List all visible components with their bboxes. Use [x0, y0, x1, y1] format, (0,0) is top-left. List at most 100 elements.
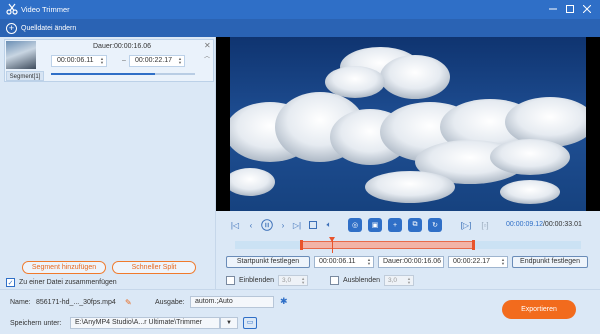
title-bar: Video Trimmer	[0, 0, 600, 19]
maximize-button[interactable]	[563, 2, 577, 16]
loop-segment-icon[interactable]: ◎	[348, 218, 362, 232]
segment-label: Segment[1]	[6, 71, 44, 81]
output-format-field[interactable]: autom.;Auto	[190, 296, 274, 308]
spinner-icon[interactable]: ▲ ▼	[100, 57, 104, 65]
spinner-icon[interactable]: ▲ ▼	[301, 277, 305, 285]
video-preview[interactable]	[216, 37, 600, 211]
add-segment-button[interactable]: Segment hinzufügen	[22, 261, 106, 274]
start-time-field[interactable]: 00:00:06.11 ▲ ▼	[314, 256, 374, 268]
previous-frame-icon[interactable]: ‹	[246, 219, 256, 231]
duration-value: Dauer:00:00:16.06	[383, 258, 441, 265]
fade-in-option[interactable]: Einblenden 3,0 ▲ ▼	[226, 275, 309, 286]
maximize-icon	[566, 5, 574, 13]
change-source-button[interactable]: + Quelldatei ändern	[6, 22, 76, 34]
segment-progress	[51, 73, 195, 75]
segment-thumbnail	[6, 41, 36, 69]
minimize-icon	[549, 8, 557, 10]
time-display: 00:00:09.12/00:00:33.01	[506, 221, 582, 228]
segment-duration: Dauer:00:00:16.06	[93, 43, 151, 50]
close-icon	[583, 5, 591, 13]
spinner-icon[interactable]: ▲ ▼	[501, 258, 505, 266]
end-time-value: 00:00:22.17	[453, 258, 490, 265]
merge-option[interactable]: ✓ Zu einer Datei zusammenfügen	[6, 278, 117, 287]
fade-in-label: Einblenden	[239, 277, 275, 284]
merge-label: Zu einer Datei zusammenfügen	[19, 279, 117, 286]
segment-start-field[interactable]: 00:00:06.11 ▲ ▼	[51, 55, 107, 67]
video-frame	[230, 37, 586, 211]
stop-icon[interactable]	[308, 219, 318, 231]
fade-out-value: 3,0	[387, 277, 398, 284]
start-time-value: 00:00:06.11	[319, 258, 356, 265]
jump-to-end-icon[interactable]: [▷]	[460, 219, 472, 231]
fade-in-value: 3,0	[282, 277, 292, 284]
fade-options: Einblenden 3,0 ▲ ▼ Ausblenden 3,0 ▲ ▼	[226, 275, 526, 287]
export-button[interactable]: Exportieren	[502, 300, 576, 319]
next-frame-icon[interactable]: ›	[278, 219, 288, 231]
end-time-field[interactable]: 00:00:22.17 ▲ ▼	[448, 256, 508, 268]
spinner-icon[interactable]: ▲ ▼	[407, 277, 411, 285]
fade-out-label: Ausblenden	[343, 277, 380, 284]
current-time: 00:00:09.12	[506, 221, 543, 228]
segment-collapse-icon[interactable]: ︿	[204, 51, 210, 60]
video-trimmer-window: Video Trimmer + Quelldatei ändern Segmen…	[0, 0, 600, 334]
range-dash: –	[122, 57, 126, 64]
plus-circle-icon: +	[6, 22, 17, 34]
set-end-button[interactable]: Endpunkt festlegen	[512, 256, 588, 268]
snapshot-icon[interactable]: ▣	[368, 218, 382, 232]
volume-icon[interactable]: 🔈︎	[324, 219, 334, 231]
go-start-icon[interactable]: |◁	[230, 219, 240, 231]
name-label: Name:	[10, 299, 31, 306]
fade-out-input[interactable]: 3,0 ▲ ▼	[383, 275, 414, 286]
segment-panel: Segment[1] Dauer:00:00:16.06 00:00:06.11…	[0, 37, 216, 289]
fade-in-checkbox[interactable]	[226, 276, 235, 285]
stop-square-icon	[309, 221, 317, 229]
open-folder-icon[interactable]: ▭	[243, 317, 257, 329]
segment-delete-icon[interactable]: ✕	[204, 41, 211, 50]
playback-controls: |◁ ‹ › ▷| 🔈︎ ◎ ▣ + ⧉ ↻ [▷] [▫] 00:00:09.…	[216, 211, 600, 289]
path-dropdown-button[interactable]: ▼	[220, 317, 238, 329]
segment-start-value: 00:00:06.11	[57, 57, 94, 64]
settings-gear-icon[interactable]: ✱	[280, 296, 288, 307]
duration-field[interactable]: Dauer:00:00:16.06	[378, 256, 444, 268]
go-end-icon[interactable]: ▷|	[292, 219, 302, 231]
copy-segment-icon[interactable]: ⧉	[408, 218, 422, 232]
video-clouds-image	[230, 37, 586, 211]
save-path-field[interactable]: E:\AnyMP4 Studio\A...r Ultimate\Trimmer	[70, 317, 220, 329]
minimize-button[interactable]	[546, 2, 560, 16]
file-name: 856171-hd_..._30fps.mp4	[36, 299, 116, 306]
pause-button[interactable]	[260, 219, 274, 231]
segment-end-field[interactable]: 00:00:22.17 ▲ ▼	[129, 55, 185, 67]
trim-fields: Startpunkt festlegen 00:00:06.11 ▲ ▼ Daue…	[226, 255, 590, 269]
fade-out-checkbox[interactable]	[330, 276, 339, 285]
set-start-button[interactable]: Startpunkt festlegen	[226, 256, 310, 268]
close-button[interactable]	[580, 2, 594, 16]
timeline-selection	[300, 241, 474, 249]
spinner-icon[interactable]: ▲ ▼	[367, 258, 371, 266]
output-label: Ausgabe:	[155, 299, 185, 306]
toolbar: + Quelldatei ändern	[0, 19, 600, 37]
save-to-label: Speichern unter:	[10, 320, 62, 327]
add-marker-icon[interactable]: +	[388, 218, 402, 232]
segment-card[interactable]: Segment[1] Dauer:00:00:16.06 00:00:06.11…	[4, 39, 214, 82]
chevron-down-icon: ▼	[226, 320, 232, 326]
fade-out-option[interactable]: Ausblenden 3,0 ▲ ▼	[330, 275, 414, 286]
merge-checkbox[interactable]: ✓	[6, 278, 15, 287]
timeline-track[interactable]	[235, 237, 581, 253]
quick-split-button[interactable]: Schneller Split	[112, 261, 196, 274]
segment-progress-fill	[51, 73, 155, 75]
output-bar: Name: 856171-hd_..._30fps.mp4 ✎ Ausgabe:…	[0, 289, 600, 334]
scissors-logo-icon	[6, 3, 18, 15]
change-source-label: Quelldatei ändern	[21, 24, 77, 32]
end-handle[interactable]	[471, 240, 475, 250]
rename-pencil-icon[interactable]: ✎	[125, 298, 132, 307]
window-title: Video Trimmer	[21, 5, 70, 14]
spinner-icon[interactable]: ▲ ▼	[178, 57, 182, 65]
pause-icon	[261, 219, 273, 231]
segment-end-value: 00:00:22.17	[135, 57, 172, 64]
fade-in-input[interactable]: 3,0 ▲ ▼	[278, 275, 309, 286]
playhead[interactable]	[328, 237, 335, 253]
start-handle[interactable]	[299, 240, 303, 250]
reset-icon[interactable]: ↻	[428, 218, 442, 232]
total-time: /00:00:33.01	[542, 221, 582, 228]
crop-icon[interactable]: [▫]	[480, 219, 490, 231]
